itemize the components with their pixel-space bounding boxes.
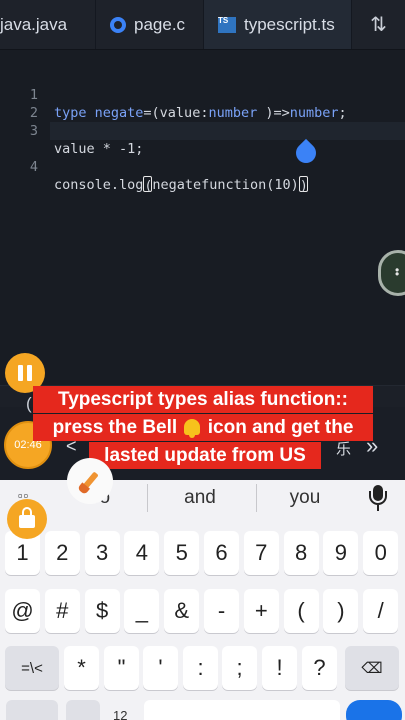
tab-typescript-label: typescript.ts bbox=[244, 14, 335, 34]
video-caption: Typescript types alias function:: press … bbox=[33, 386, 373, 470]
key-row1-2[interactable]: 3 bbox=[84, 531, 120, 575]
ts-badge: TS bbox=[218, 15, 229, 25]
more-dots-icon: • • bbox=[395, 263, 400, 281]
suggestion-divider bbox=[147, 484, 148, 512]
key-row3-7[interactable]: ? bbox=[302, 646, 337, 690]
key-row3-8[interactable]: ⌫ bbox=[345, 646, 399, 690]
line-number: 4 bbox=[29, 159, 38, 175]
code-token: value * -1; bbox=[54, 141, 144, 157]
draw-brush-button[interactable] bbox=[67, 458, 113, 504]
key-row2-4[interactable]: & bbox=[164, 589, 200, 633]
tab-page-c-label: page.c bbox=[134, 14, 186, 34]
key-row3-3[interactable]: ' bbox=[143, 646, 178, 690]
tab-page-c[interactable]: page.c bbox=[96, 0, 204, 49]
code-editor[interactable]: 1 type negate=(value:number )=>number; 2… bbox=[0, 50, 405, 385]
tab-bar: java.java page.c TS typescript.ts ⇅ bbox=[0, 0, 405, 50]
key-row2-8[interactable]: ) bbox=[323, 589, 359, 633]
sort-icon[interactable]: ⇅ bbox=[352, 0, 405, 49]
comma-key[interactable] bbox=[66, 700, 100, 720]
key-row1-1[interactable]: 2 bbox=[44, 531, 80, 575]
key-row2-7[interactable]: ( bbox=[283, 589, 319, 633]
suggestion-divider bbox=[256, 484, 257, 512]
caption-line-2-post: icon and get the bbox=[202, 417, 354, 438]
key-row1-4[interactable]: 5 bbox=[164, 531, 200, 575]
key-row1-8[interactable]: 9 bbox=[323, 531, 359, 575]
key-row2-9[interactable]: / bbox=[363, 589, 399, 633]
key-row1-7[interactable]: 8 bbox=[283, 531, 319, 575]
number-toggle-label[interactable]: 12 bbox=[113, 708, 127, 720]
enter-key[interactable] bbox=[346, 700, 402, 720]
code-token: negatefunction(10) bbox=[152, 177, 299, 193]
key-row2-5[interactable]: - bbox=[204, 589, 239, 633]
tab-java[interactable]: java.java bbox=[0, 0, 96, 49]
bell-icon bbox=[184, 419, 201, 438]
key-row3-4[interactable]: : bbox=[183, 646, 218, 690]
caption-line-3: lasted update from US bbox=[89, 442, 321, 469]
code-text: console.log(negatefunction(10)) bbox=[54, 176, 308, 194]
key-row3-6[interactable]: ! bbox=[262, 646, 297, 690]
key-row3-1[interactable]: * bbox=[64, 646, 99, 690]
key-row2-6[interactable]: + bbox=[243, 589, 279, 633]
key-row2-1[interactable]: # bbox=[44, 589, 80, 633]
key-row3-0[interactable]: =\< bbox=[5, 646, 59, 690]
lock-button[interactable] bbox=[7, 499, 47, 539]
key-row2-2[interactable]: $ bbox=[84, 589, 120, 633]
code-text: value * -1; bbox=[54, 140, 143, 158]
caption-line-2: press the Bell icon and get the bbox=[33, 414, 373, 441]
brush-icon bbox=[81, 471, 99, 491]
sort-glyph: ⇅ bbox=[370, 14, 387, 36]
space-key[interactable] bbox=[144, 700, 340, 720]
mic-icon[interactable] bbox=[367, 483, 389, 513]
code-line-4[interactable]: 4 console.log(negatefunction(10)) bbox=[0, 122, 405, 194]
bracket-cursor: ) bbox=[298, 176, 308, 194]
suggestion-middle[interactable]: and bbox=[170, 487, 230, 509]
tab-typescript[interactable]: TS typescript.ts bbox=[204, 0, 352, 49]
c-file-icon bbox=[110, 16, 126, 33]
key-row3-5[interactable]: ; bbox=[222, 646, 257, 690]
key-row1-3[interactable]: 4 bbox=[124, 531, 160, 575]
code-line-1[interactable]: 1 type negate=(value:number )=>number; bbox=[0, 68, 405, 121]
caption-line-1: Typescript types alias function:: bbox=[33, 386, 373, 413]
key-row1-6[interactable]: 7 bbox=[243, 531, 279, 575]
code-line-2[interactable]: 2 const negatefunction:negate=(value )=> bbox=[0, 86, 405, 139]
current-line-highlight bbox=[50, 122, 405, 140]
tab-java-label: java.java bbox=[0, 14, 68, 34]
toolbar-paren-key[interactable]: ( bbox=[26, 394, 32, 414]
code-line-3[interactable]: 3 value * -1; bbox=[0, 104, 405, 157]
code-token: console.log bbox=[54, 177, 144, 193]
key-row2-0[interactable]: @ bbox=[5, 589, 40, 633]
side-float-button[interactable] bbox=[378, 250, 405, 296]
key-row1-9[interactable]: 0 bbox=[363, 531, 399, 575]
abc-key[interactable] bbox=[6, 700, 58, 720]
lock-icon bbox=[19, 507, 35, 528]
key-row2-3[interactable]: _ bbox=[124, 589, 160, 633]
key-row1-5[interactable]: 6 bbox=[204, 531, 239, 575]
typescript-file-icon: TS bbox=[218, 15, 236, 33]
app-screen: java.java page.c TS typescript.ts ⇅ 1 ty… bbox=[0, 0, 405, 720]
key-row3-2[interactable]: " bbox=[104, 646, 139, 690]
caption-line-2-pre: press the Bell bbox=[52, 417, 183, 438]
suggestion-right[interactable]: you bbox=[275, 487, 335, 509]
